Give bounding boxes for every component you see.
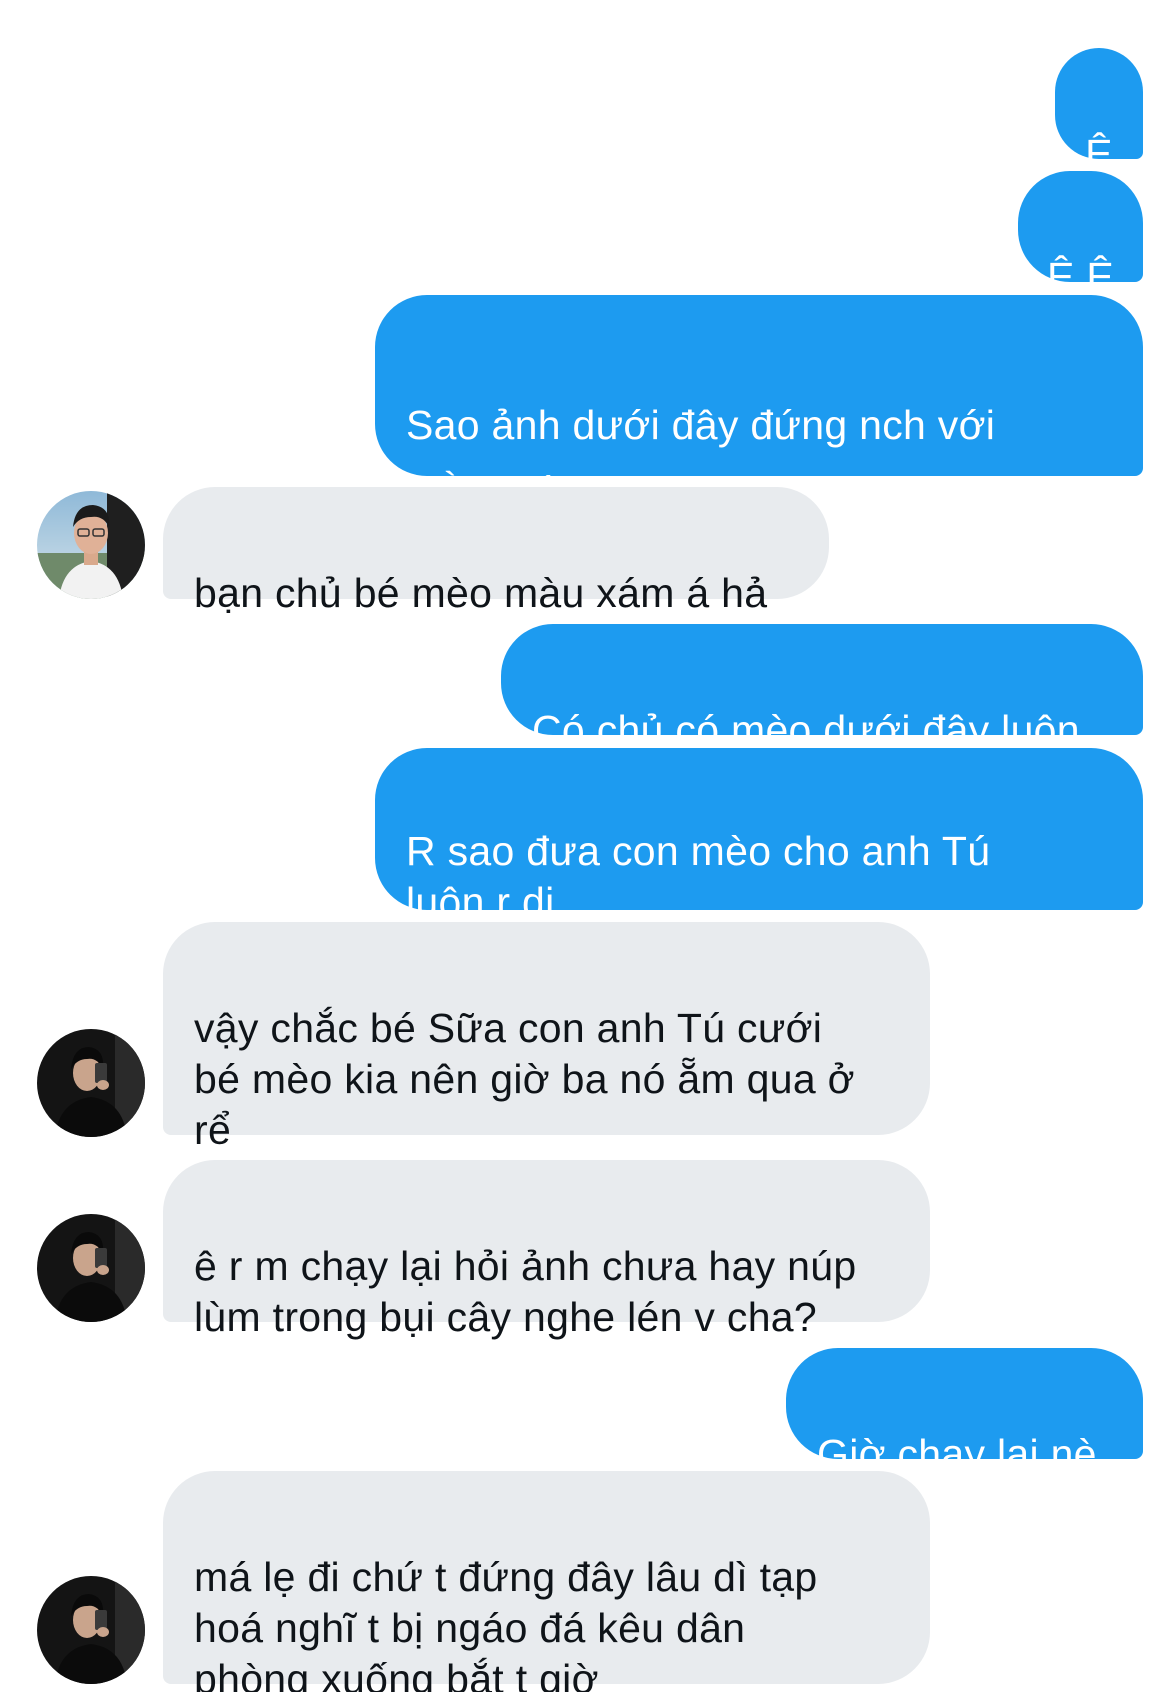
message-text: bạn chủ bé mèo màu xám á hả	[194, 570, 768, 616]
conversation-thread: Ê Ê Ê Sao ảnh dưới đây đứng nch với thằn…	[0, 0, 1170, 1692]
avatar[interactable]	[37, 491, 145, 599]
message-text: vậy chắc bé Sữa con anh Tú cưới bé mèo k…	[194, 1005, 855, 1153]
outgoing-message[interactable]: Ê	[1055, 48, 1143, 177]
message-text: má lẹ đi chứ t đứng đây lâu dì tạp hoá n…	[194, 1554, 818, 1692]
outgoing-message[interactable]: R sao đưa con mèo cho anh Tú luôn r dị	[375, 748, 1143, 925]
avatar[interactable]	[37, 1029, 145, 1137]
message-text: Có chủ có mèo dưới đây luôn	[532, 707, 1080, 753]
avatar[interactable]	[37, 1576, 145, 1684]
message-text: R sao đưa con mèo cho anh Tú luôn r dị	[406, 828, 991, 925]
incoming-message[interactable]: ê r m chạy lại hỏi ảnh chưa hay núp lùm …	[163, 1160, 930, 1340]
outgoing-message[interactable]: Sao ảnh dưới đây đứng nch với thằng hồi …	[375, 295, 1143, 578]
incoming-message[interactable]: má lẹ đi chứ t đứng đây lâu dì tạp hoá n…	[163, 1471, 930, 1692]
message-text: ê r m chạy lại hỏi ảnh chưa hay núp lùm …	[194, 1243, 857, 1340]
incoming-message[interactable]: bạn chủ bé mèo màu xám á hả	[163, 487, 829, 616]
message-text: Ê Ê	[1047, 254, 1114, 300]
outgoing-message[interactable]: Ê Ê	[1018, 171, 1143, 300]
incoming-message[interactable]: vậy chắc bé Sữa con anh Tú cưới bé mèo k…	[163, 922, 930, 1153]
avatar[interactable]	[37, 1214, 145, 1322]
outgoing-message[interactable]: Giờ chạy lại nè	[786, 1348, 1143, 1477]
outgoing-message[interactable]: Có chủ có mèo dưới đây luôn	[501, 624, 1143, 753]
